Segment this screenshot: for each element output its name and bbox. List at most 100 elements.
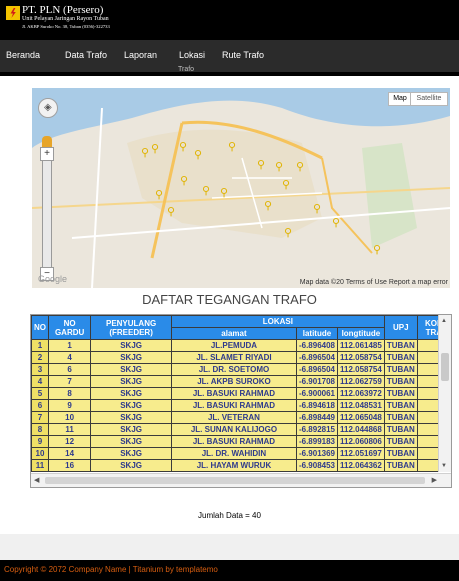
cell-latitude: -6.900061 [295,387,338,400]
nav-rute-trafo[interactable]: Rute Trafo [222,50,264,60]
cell-upj: TUBAN [383,423,418,436]
cell-alamat: JL. BASUKI RAHMAD [170,399,297,412]
cell-longtitude: 112.044868 [336,423,385,436]
cell-penyulang: SKJG [90,363,172,376]
nav-beranda[interactable]: Beranda [6,50,40,60]
table-vertical-scrollbar[interactable]: ▲ ▼ [438,315,451,472]
cell-penyulang: SKJG [90,435,172,448]
col-header-alamat: alamat [170,327,297,340]
cell-upj: TUBAN [383,459,418,472]
main-nav: Beranda Data Trafo Laporan Lokasi Rute T… [0,40,459,72]
cell-latitude: -6.901708 [295,375,338,388]
map-marker-icon[interactable]: ⚲ [296,160,304,173]
cell-no-gardu: 9 [47,399,92,412]
scroll-down-icon[interactable]: ▼ [441,463,447,469]
horizontal-scroll-thumb[interactable] [45,477,425,484]
col-header-lokasi: LOKASI [170,315,385,328]
map-marker-icon[interactable]: ⚲ [284,226,292,239]
cell-no: 3 [31,363,49,376]
scroll-up-icon[interactable]: ▲ [441,318,447,324]
cell-upj: TUBAN [383,435,418,448]
map-marker-icon[interactable]: ⚲ [373,243,381,256]
map-marker-icon[interactable]: ⚲ [282,178,290,191]
cell-longtitude: 112.061485 [336,339,385,352]
trafo-table-container[interactable]: NO NO GARDU PENYULANG (FREEDER) LOKASI U… [30,314,452,488]
map-marker-icon[interactable]: ⚲ [332,216,340,229]
cell-upj: TUBAN [383,399,418,412]
scroll-left-icon[interactable]: ◀ [34,476,39,484]
nav-lokasi[interactable]: Lokasi [179,50,205,60]
cell-no-gardu: 10 [47,411,92,424]
map-marker-icon[interactable]: ⚲ [228,140,236,153]
cell-latitude: -6.899183 [295,435,338,448]
cell-alamat: JL. SUNAN KALIJOGO [170,423,297,436]
map-zoom-slider[interactable]: + − [40,147,54,281]
cell-latitude: -6.896408 [295,339,338,352]
map-marker-icon[interactable]: ⚲ [155,188,163,201]
cell-upj: TUBAN [383,387,418,400]
map-marker-icon[interactable]: ⚲ [264,199,272,212]
cell-latitude: -6.894618 [295,399,338,412]
unit-name: Unit Pelayan Jaringan Rayon Tuban [22,16,109,22]
google-logo: Google [38,274,68,284]
cell-penyulang: SKJG [90,375,172,388]
cell-latitude: -6.896504 [295,351,338,364]
cell-longtitude: 112.058754 [336,351,385,364]
col-header-latitude: latitude [295,327,338,340]
table-row: 4 7 SKJG JL. AKPB SUROKO -6.901708 112.062759… [31,375,451,388]
map-marker-icon[interactable]: ⚲ [202,184,210,197]
cell-penyulang: SKJG [90,387,172,400]
cell-latitude: -6.892815 [295,423,338,436]
cell-no: 8 [31,423,49,436]
cell-alamat: JL. VETERAN [170,411,297,424]
map-marker-icon[interactable]: ⚲ [220,186,228,199]
nav-data-trafo[interactable]: Data Trafo [65,50,107,60]
map-marker-icon[interactable]: ⚲ [275,160,283,173]
company-name: PT. PLN (Persero) [22,4,104,16]
map-type-satellite-button[interactable]: Satellite [410,92,448,106]
cell-penyulang: SKJG [90,459,172,472]
table-horizontal-scrollbar[interactable]: ◀ ▶ [31,473,451,487]
cell-upj: TUBAN [383,375,418,388]
map-pan-control[interactable]: ◈ [38,98,58,118]
trafo-table-body: 1 1 SKJG JL.PEMUDA -6.896408 112.061485 TUBAN 2… [31,339,451,472]
table-row: 5 8 SKJG JL. BASUKI RAHMAD -6.900061 112.0639… [31,387,451,400]
col-header-longtitude: longtitude [336,327,385,340]
cell-longtitude: 112.062759 [336,375,385,388]
cell-latitude: -6.896504 [295,363,338,376]
map-attribution[interactable]: Map data ©20 Terms of Use Report a map e… [300,279,448,286]
table-row: 9 12 SKJG JL. BASUKI RAHMAD -6.899183 112.060… [31,435,451,448]
cell-no-gardu: 6 [47,363,92,376]
map-type-map-button[interactable]: Map [388,92,412,106]
cell-no: 2 [31,351,49,364]
pln-logo-icon [6,6,20,20]
site-header: PT. PLN (Persero) Unit Pelayan Jaringan … [0,0,459,40]
map-marker-icon[interactable]: ⚲ [141,146,149,159]
company-address: Jl. AKBP Suroko No. 38, Tuban (0356)-322… [22,24,110,29]
table-row: 8 11 SKJG JL. SUNAN KALIJOGO -6.892815 112.04… [31,423,451,436]
copyright-text: Copyright © 2072 Company Name | Titanium… [4,565,218,574]
map-marker-icon[interactable]: ⚲ [180,174,188,187]
map-marker-icon[interactable]: ⚲ [167,205,175,218]
col-header-penyulang: PENYULANG (FREEDER) [90,315,172,340]
cell-longtitude: 112.064362 [336,459,385,472]
map-marker-icon[interactable]: ⚲ [194,148,202,161]
cell-no-gardu: 11 [47,423,92,436]
total-data-count: Jumlah Data = 40 [198,511,261,520]
scroll-right-icon[interactable]: ▶ [432,476,437,484]
map-marker-icon[interactable]: ⚲ [179,140,187,153]
location-map[interactable]: ◈ + − Map Satellite ⚲ ⚲ ⚲ ⚲ ⚲ ⚲ ⚲ ⚲ ⚲ ⚲ … [32,88,450,288]
map-marker-icon[interactable]: ⚲ [151,142,159,155]
cell-penyulang: SKJG [90,339,172,352]
cell-alamat: JL. BASUKI RAHMAD [170,387,297,400]
zoom-in-button[interactable]: + [40,147,54,161]
vertical-scroll-thumb[interactable] [441,353,449,381]
cell-no-gardu: 7 [47,375,92,388]
cell-latitude: -6.908453 [295,459,338,472]
cell-no-gardu: 16 [47,459,92,472]
map-marker-icon[interactable]: ⚲ [257,158,265,171]
map-marker-icon[interactable]: ⚲ [313,202,321,215]
cell-alamat: JL. AKPB SUROKO [170,375,297,388]
cell-no-gardu: 14 [47,447,92,460]
nav-laporan[interactable]: Laporan [124,50,157,60]
